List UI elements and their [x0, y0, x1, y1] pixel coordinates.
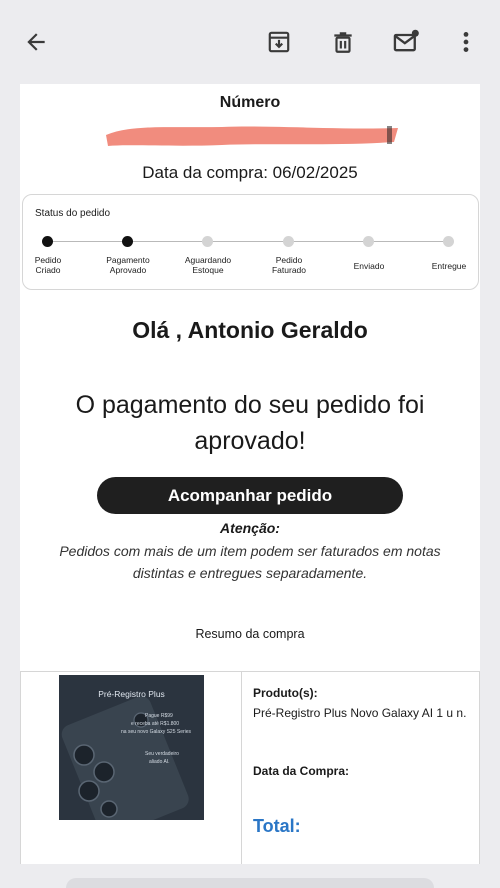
status-dot — [283, 236, 294, 247]
summary-title: Resumo da compra — [195, 627, 305, 641]
attention-title: Atenção: — [220, 520, 280, 536]
step-label: Aguardando — [184, 255, 232, 265]
product-label: Produto(s): — [253, 686, 318, 700]
more-vert-icon — [463, 32, 469, 52]
bottom-bar — [0, 864, 500, 888]
reply-bar[interactable] — [66, 878, 434, 888]
purchase-date: Data da compra: 06/02/2025 — [142, 163, 358, 182]
app-bar — [0, 0, 500, 84]
headline: O pagamento do seu pedido foi aprovado! — [40, 387, 460, 459]
total-label: Total: — [253, 816, 301, 836]
attention-line: Pedidos com mais de um item podem ser fa… — [59, 543, 441, 559]
delete-icon — [334, 32, 352, 53]
greeting: Olá , Antonio Geraldo — [132, 317, 368, 343]
image-text: na seu novo Galaxy S25 Series — [121, 729, 192, 735]
step-label: Faturado — [271, 265, 307, 275]
headline-line: aprovado! — [194, 427, 306, 455]
mark-unread-button[interactable] — [386, 22, 426, 62]
image-text: aliado AI. — [149, 759, 170, 765]
order-status-card: Status do pedido Pedido Criado Pagamento A… — [22, 194, 479, 290]
order-number-label: Número — [219, 94, 281, 111]
step-label: Pagamento — [106, 255, 150, 265]
archive-button[interactable] — [259, 22, 299, 62]
image-text: Seu verdadeiro — [145, 751, 179, 757]
product-info: Produto(s): Pré-Registro Plus Novo Galax… — [253, 686, 473, 724]
archive-icon — [268, 31, 290, 53]
status-dot — [363, 236, 374, 247]
mark-unread-icon — [393, 29, 419, 52]
image-title: Pré-Registro Plus — [98, 689, 165, 699]
step-label: Pedido — [34, 255, 62, 265]
attention-text: Pedidos com mais de um item podem ser fa… — [30, 540, 470, 584]
step-label: Estoque — [192, 265, 224, 275]
attention-line: distintas e entregues separadamente. — [132, 565, 368, 581]
status-dot — [202, 236, 213, 247]
product-value: Pré-Registro Plus Novo Galaxy AI 1 u n. — [253, 706, 467, 720]
step-label: Pedido — [275, 255, 303, 265]
status-dot — [42, 236, 53, 247]
track-order-button[interactable]: Acompanhar pedido — [97, 477, 403, 514]
step-label: Enviado — [353, 261, 385, 271]
step-label: Criado — [35, 265, 61, 275]
headline-line: O pagamento do seu pedido foi — [75, 391, 425, 419]
status-dot — [443, 236, 454, 247]
product-image[interactable]: Pré-Registro Plus Pague R$99 e receba at… — [59, 675, 204, 820]
more-options-button[interactable] — [446, 22, 486, 62]
step-label: Aprovado — [109, 265, 147, 275]
status-title: Status do pedido — [35, 208, 111, 219]
delete-button[interactable] — [323, 22, 363, 62]
product-table: Pré-Registro Plus Pague R$99 e receba at… — [20, 671, 480, 864]
redacted-order-number — [106, 126, 398, 146]
status-dot — [122, 236, 133, 247]
email-body: Número Data da compra: 06/02/2025 Status… — [20, 84, 480, 864]
step-label: Entregue — [431, 261, 467, 271]
status-track — [47, 241, 449, 242]
image-text: e receba até R$1.800 — [131, 721, 180, 727]
image-text: Pague R$99 — [145, 713, 173, 719]
table-divider — [241, 672, 242, 864]
purchase-date-label: Data da Compra: — [253, 764, 350, 778]
arrow-back-icon — [27, 33, 45, 51]
back-button[interactable] — [16, 22, 56, 62]
